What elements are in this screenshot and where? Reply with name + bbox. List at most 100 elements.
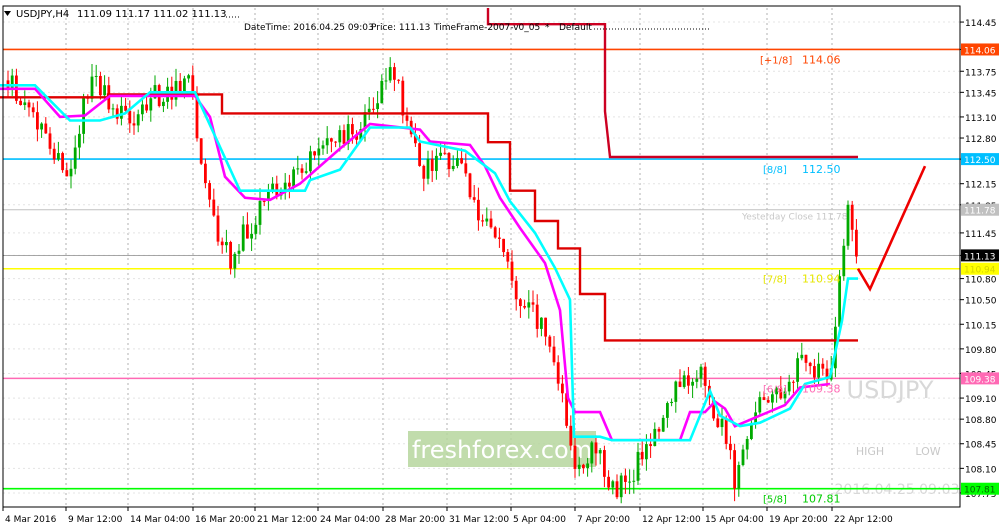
candle-body xyxy=(283,182,287,191)
candle-body xyxy=(296,168,300,170)
level-badge-label: 107.81 xyxy=(964,486,996,496)
candle-body xyxy=(527,302,531,308)
y-tick-label: 111.45 xyxy=(965,230,997,240)
candle-body xyxy=(418,143,421,166)
candle-body xyxy=(317,148,321,156)
candle-body xyxy=(460,158,463,164)
candle-body xyxy=(510,261,514,281)
candle-body xyxy=(674,381,678,402)
price-chart[interactable]: freshforex.com USDJPY HIGH LOW 2016.04.2… xyxy=(0,0,1001,528)
candle-body xyxy=(187,75,190,79)
candle-body xyxy=(237,250,241,254)
candle-body xyxy=(582,464,585,469)
candle-body xyxy=(594,442,598,454)
x-tick-label: 31 Mar 12:00 xyxy=(449,515,509,525)
candle-body xyxy=(586,463,589,469)
candle-body xyxy=(577,464,581,469)
y-tick-label: 110.50 xyxy=(965,297,997,307)
candle-body xyxy=(691,381,694,386)
candle-body xyxy=(544,317,547,337)
y-tick-label: 112.80 xyxy=(965,135,997,145)
x-tick-label: 7 Apr 20:00 xyxy=(577,515,630,525)
y-tick-label: 113.10 xyxy=(965,114,997,124)
candle-body xyxy=(548,336,552,347)
candle-body xyxy=(212,199,216,216)
candle-body xyxy=(401,80,405,116)
candle-body xyxy=(771,394,774,403)
candle-body xyxy=(141,104,144,115)
candle-body xyxy=(687,375,690,386)
candle-body xyxy=(90,76,94,99)
candle-body xyxy=(271,183,274,191)
candle-body xyxy=(447,153,451,170)
level-value-18: 114.06 xyxy=(802,53,841,66)
candle-body xyxy=(628,481,631,483)
x-tick-label: 19 Apr 20:00 xyxy=(769,515,828,525)
candle-body xyxy=(304,171,308,173)
logo-text: freshforex.com xyxy=(412,436,592,464)
y-tick-label: 114.45 xyxy=(965,19,997,29)
chart-window: freshforex.com USDJPY HIGH LOW 2016.04.2… xyxy=(0,0,1001,528)
candle-body xyxy=(136,114,140,126)
y-tick-label: 108.10 xyxy=(965,465,997,475)
candle-body xyxy=(397,79,400,81)
candle-body xyxy=(229,242,232,269)
candle-body xyxy=(720,418,724,428)
candle-body xyxy=(472,197,476,200)
candle-body xyxy=(422,165,426,179)
level-badge-label: 112.50 xyxy=(964,156,996,166)
candle-body xyxy=(321,145,325,149)
candle-body xyxy=(225,242,228,246)
level-value-58: 107.81 xyxy=(802,493,841,506)
candle-body xyxy=(40,123,43,130)
candle-body xyxy=(439,152,442,156)
candle-body xyxy=(716,418,720,428)
candle-body xyxy=(250,233,253,239)
candle-body xyxy=(262,200,266,202)
x-tick-label: 21 Mar 12:00 xyxy=(257,515,317,525)
level-value-78: 110.94 xyxy=(802,273,841,286)
candle-body xyxy=(254,224,258,234)
candle-body xyxy=(624,475,627,482)
candle-body xyxy=(31,107,35,113)
candle-body xyxy=(405,115,409,121)
freshforex-logo: freshforex.com xyxy=(408,431,596,467)
candle-body xyxy=(733,450,736,489)
candle-body xyxy=(19,100,22,106)
candle-body xyxy=(607,476,610,488)
candle-body xyxy=(199,138,203,164)
candle-body xyxy=(426,158,430,179)
candle-body xyxy=(611,481,615,488)
candle-body xyxy=(78,133,81,148)
info-price: Price: 111.13 xyxy=(371,23,430,33)
candle-body xyxy=(729,443,732,451)
candle-body xyxy=(489,218,493,228)
candle-body xyxy=(338,130,342,143)
y-tick-label: 110.15 xyxy=(965,321,997,331)
candle-body xyxy=(590,442,594,464)
candle-body xyxy=(384,80,388,82)
x-tick-label: 4 Mar 2016 xyxy=(5,515,57,525)
candle-body xyxy=(313,151,316,156)
y-tick-label: 108.45 xyxy=(965,441,997,451)
candle-body xyxy=(456,158,459,166)
candle-body xyxy=(842,245,846,277)
y-tick-label: 113.75 xyxy=(965,68,997,78)
candle-body xyxy=(367,108,371,113)
candle-body xyxy=(792,381,795,383)
candle-body xyxy=(128,110,132,124)
candle-body xyxy=(325,138,329,146)
candle-body xyxy=(73,147,77,169)
candle-body xyxy=(94,75,98,77)
level-badge-label: 109.38 xyxy=(964,375,996,385)
candle-body xyxy=(699,366,703,379)
y-tick-label: 109.80 xyxy=(965,346,997,356)
candle-body xyxy=(124,105,127,111)
candle-body xyxy=(703,366,707,386)
candle-body xyxy=(556,362,560,384)
candle-body xyxy=(737,465,741,489)
candle-body xyxy=(603,450,606,477)
symbol-label: USDJPY,H4 xyxy=(16,9,69,20)
candle-body xyxy=(430,158,434,171)
candle-body xyxy=(796,358,799,382)
